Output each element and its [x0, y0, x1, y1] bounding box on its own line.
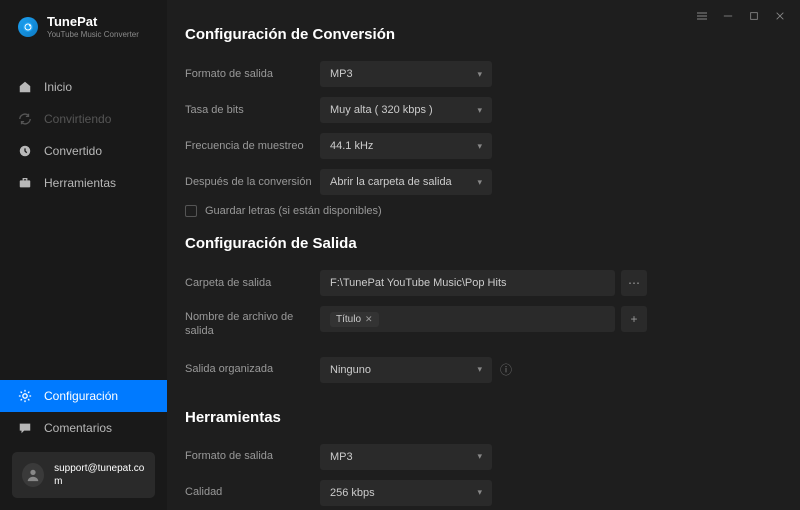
toolbox-icon — [18, 176, 32, 190]
brand-name: TunePat — [47, 14, 139, 29]
account-box[interactable]: support@tunepat.com — [12, 452, 155, 498]
label-samplerate: Frecuencia de muestreo — [185, 139, 320, 153]
select-value: Abrir la carpeta de salida — [330, 176, 452, 188]
chevron-down-icon: ▾ — [477, 105, 482, 116]
input-value: F:\TunePat YouTube Music\Pop Hits — [330, 277, 507, 289]
select-value: MP3 — [330, 451, 353, 463]
select-format[interactable]: MP3 ▾ — [320, 61, 492, 87]
clock-icon — [18, 144, 32, 158]
select-value: Muy alta ( 320 kbps ) — [330, 104, 433, 116]
sidebar-item-label: Convertido — [44, 144, 102, 158]
sidebar-item-converting: Convirtiendo — [0, 103, 167, 135]
chevron-down-icon: ▾ — [477, 451, 482, 462]
avatar-icon — [22, 463, 44, 487]
sidebar-item-tools[interactable]: Herramientas — [0, 167, 167, 199]
select-organized[interactable]: Ninguno ▾ — [320, 357, 492, 383]
chat-icon — [18, 421, 32, 435]
chevron-down-icon: ▾ — [477, 177, 482, 188]
ellipsis-icon: ⋯ — [628, 276, 640, 290]
label-lyrics: Guardar letras (si están disponibles) — [205, 205, 382, 217]
section-title-conversion: Configuración de Conversión — [185, 26, 772, 43]
tag-label: Título — [336, 314, 361, 325]
sidebar-item-feedback[interactable]: Comentarios — [0, 412, 167, 444]
label-tools-quality: Calidad — [185, 485, 320, 499]
label-organized: Salida organizada — [185, 362, 320, 376]
maximize-icon[interactable] — [748, 10, 760, 22]
brand: TunePat YouTube Music Converter — [0, 0, 167, 49]
sidebar-item-home[interactable]: Inicio — [0, 71, 167, 103]
brand-subtitle: YouTube Music Converter — [47, 30, 139, 39]
sidebar-item-settings[interactable]: Configuración — [0, 380, 167, 412]
select-value: MP3 — [330, 68, 353, 80]
browse-folder-button[interactable]: ⋯ — [621, 270, 647, 296]
chevron-down-icon: ▾ — [477, 364, 482, 375]
brand-logo-icon — [18, 17, 38, 37]
label-filename: Nombre de archivo de salida — [185, 306, 320, 339]
sidebar-item-label: Convirtiendo — [44, 112, 111, 126]
menu-icon[interactable] — [696, 10, 708, 22]
sidebar-item-converted[interactable]: Convertido — [0, 135, 167, 167]
plus-icon: + — [630, 312, 637, 326]
input-output-folder[interactable]: F:\TunePat YouTube Music\Pop Hits — [320, 270, 615, 296]
converting-icon — [18, 112, 32, 126]
sidebar-item-label: Comentarios — [44, 421, 112, 435]
select-value: 44.1 kHz — [330, 140, 373, 152]
home-icon — [18, 80, 32, 94]
label-bitrate: Tasa de bits — [185, 103, 320, 117]
label-after: Después de la conversión — [185, 175, 320, 189]
section-title-tools: Herramientas — [185, 409, 772, 426]
input-filename[interactable]: Título ✕ — [320, 306, 615, 332]
window-titlebar — [696, 10, 786, 22]
sidebar-item-label: Configuración — [44, 389, 118, 403]
remove-tag-icon[interactable]: ✕ — [365, 314, 373, 325]
minimize-icon[interactable] — [722, 10, 734, 22]
select-value: Ninguno — [330, 364, 371, 376]
section-title-output: Configuración de Salida — [185, 235, 772, 252]
chevron-down-icon: ▾ — [477, 487, 482, 498]
main-content: Configuración de Conversión Formato de s… — [167, 0, 800, 510]
select-value: 256 kbps — [330, 487, 375, 499]
select-samplerate[interactable]: 44.1 kHz ▾ — [320, 133, 492, 159]
chevron-down-icon: ▾ — [477, 141, 482, 152]
sidebar-item-label: Inicio — [44, 80, 72, 94]
select-after[interactable]: Abrir la carpeta de salida ▾ — [320, 169, 492, 195]
filename-tag[interactable]: Título ✕ — [330, 312, 379, 327]
select-tools-format[interactable]: MP3 ▾ — [320, 444, 492, 470]
sidebar-item-label: Herramientas — [44, 176, 116, 190]
account-email: support@tunepat.com — [54, 462, 145, 488]
close-icon[interactable] — [774, 10, 786, 22]
select-bitrate[interactable]: Muy alta ( 320 kbps ) ▾ — [320, 97, 492, 123]
label-tools-format: Formato de salida — [185, 449, 320, 463]
select-tools-quality[interactable]: 256 kbps ▾ — [320, 480, 492, 506]
info-icon[interactable]: ⓘ — [500, 361, 512, 378]
label-format: Formato de salida — [185, 67, 320, 81]
add-tag-button[interactable]: + — [621, 306, 647, 332]
gear-icon — [18, 389, 32, 403]
label-folder: Carpeta de salida — [185, 276, 320, 290]
chevron-down-icon: ▾ — [477, 69, 482, 80]
checkbox-lyrics[interactable] — [185, 205, 197, 217]
sidebar: TunePat YouTube Music Converter Inicio C… — [0, 0, 167, 510]
